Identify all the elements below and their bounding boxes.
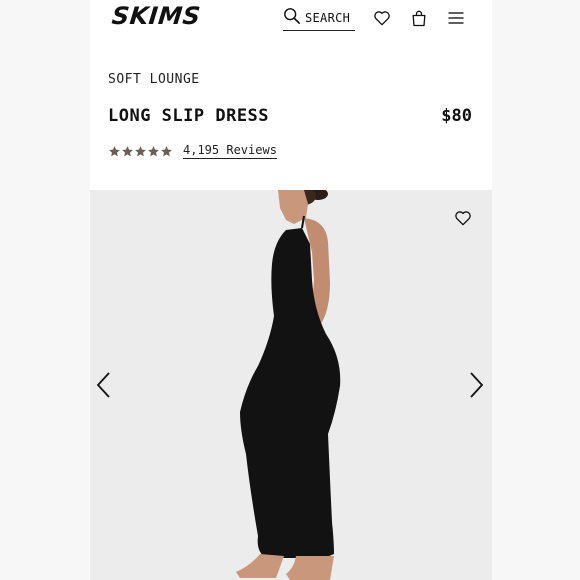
rating-stars: [108, 145, 173, 158]
search-button[interactable]: SEARCH: [283, 6, 355, 31]
right-backdrop: [492, 0, 580, 580]
star-icon: [160, 145, 173, 158]
product-image: [90, 190, 492, 580]
wishlist-heart-icon[interactable]: [453, 208, 473, 228]
product-category[interactable]: SOFT LOUNGE: [108, 72, 200, 87]
chevron-left-icon[interactable]: [94, 370, 114, 400]
product-title: LONG SLIP DRESS: [108, 106, 270, 126]
product-rating: 4,195 Reviews: [108, 143, 277, 159]
star-icon: [108, 145, 121, 158]
brand-logo[interactable]: SKIMS: [111, 2, 202, 30]
product-price: $80: [441, 106, 472, 126]
star-icon: [134, 145, 147, 158]
chevron-right-icon[interactable]: [466, 370, 486, 400]
reviews-link[interactable]: 4,195 Reviews: [183, 143, 277, 159]
star-icon: [147, 145, 160, 158]
search-label: SEARCH: [305, 11, 351, 25]
product-page: SKIMS SEARCH SOFT LOUNGE LONG SLIP DRESS…: [90, 0, 492, 580]
heart-icon[interactable]: [372, 8, 392, 28]
star-icon: [121, 145, 134, 158]
search-icon: [283, 7, 301, 30]
site-header: SKIMS SEARCH: [90, 0, 492, 40]
bag-icon[interactable]: [409, 8, 429, 28]
left-backdrop: [0, 0, 90, 580]
menu-icon[interactable]: [446, 8, 466, 28]
model-photo: [236, 190, 341, 580]
